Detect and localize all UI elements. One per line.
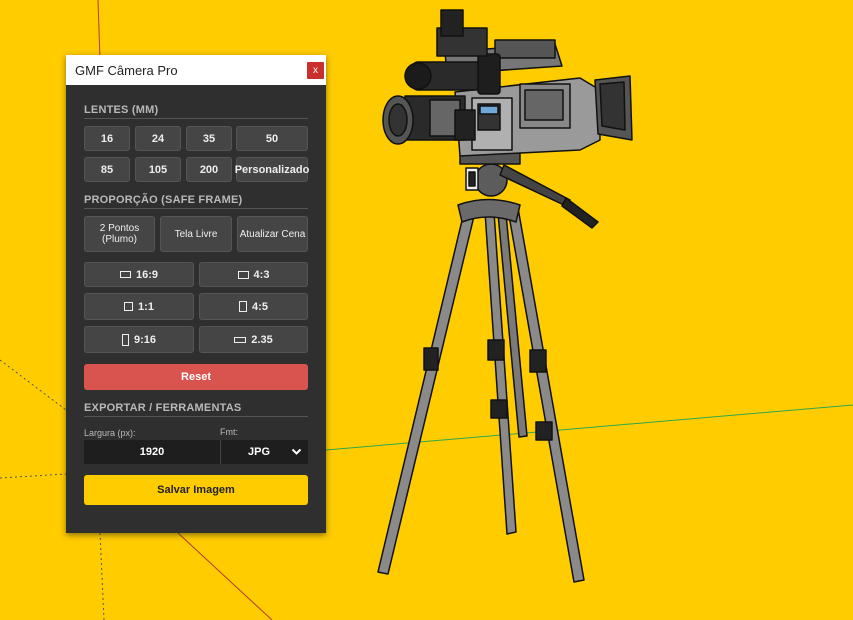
- red-axis-line: [177, 532, 273, 620]
- ratio-label: 2.35: [251, 333, 273, 346]
- lens-24-button[interactable]: 24: [135, 126, 181, 151]
- chevron-down-icon: [291, 448, 302, 455]
- ratio-9-16-button[interactable]: 9:16: [84, 326, 194, 353]
- ratio-label: 1:1: [138, 300, 154, 313]
- reset-button[interactable]: Reset: [84, 364, 308, 390]
- lens-custom-button[interactable]: Personalizado: [235, 157, 309, 182]
- red-axis-line: [97, 0, 101, 61]
- lens-16-button[interactable]: 16: [84, 126, 130, 151]
- ratio-4-5-button[interactable]: 4:5: [199, 293, 308, 320]
- free-screen-button[interactable]: Tela Livre: [160, 216, 232, 252]
- square-frame-icon: [124, 302, 134, 311]
- landscape-frame-icon: [119, 271, 131, 278]
- lens-35-button[interactable]: 35: [186, 126, 232, 151]
- width-input[interactable]: 1920: [84, 440, 220, 464]
- wide-frame-icon: [234, 336, 247, 343]
- two-point-perspective-button[interactable]: 2 Pontos (Plumo): [84, 216, 155, 252]
- portrait-frame-icon: [239, 301, 248, 312]
- lens-85-button[interactable]: 85: [84, 157, 130, 182]
- export-section-title: EXPORTAR / FERRAMENTAS: [84, 402, 242, 414]
- ratio-16-9-button[interactable]: 16:9: [84, 262, 194, 287]
- format-value: JPG: [248, 446, 271, 458]
- camera-model: [382, 9, 633, 157]
- ratio-label: 4:3: [253, 268, 270, 281]
- portrait-frame-icon: [121, 333, 129, 346]
- tripod-model: [377, 149, 599, 583]
- section-divider: [84, 416, 308, 417]
- ratio-1-1-button[interactable]: 1:1: [84, 293, 194, 320]
- panel-titlebar[interactable]: GMF Câmera Pro x: [66, 55, 326, 85]
- width-label: Largura (px):: [84, 428, 136, 438]
- lenses-section-title: LENTES (MM): [84, 104, 159, 116]
- save-image-button[interactable]: Salvar Imagem: [84, 475, 308, 505]
- dotted-axis-line: [0, 473, 67, 479]
- lens-50-button[interactable]: 50: [236, 126, 308, 151]
- ratio-4-3-button[interactable]: 4:3: [199, 262, 308, 287]
- ratio-label: 4:5: [252, 300, 268, 313]
- update-scene-button[interactable]: Atualizar Cena: [237, 216, 308, 252]
- ratio-label: 16:9: [135, 268, 159, 281]
- dotted-axis-line: [99, 532, 105, 620]
- close-icon: x: [313, 65, 318, 76]
- panel-title: GMF Câmera Pro: [75, 62, 178, 78]
- ratio-label: 9:16: [133, 333, 157, 346]
- proportion-section-title: PROPORÇÃO (SAFE FRAME): [84, 194, 243, 206]
- close-button[interactable]: x: [307, 62, 324, 79]
- green-axis-line: [325, 404, 853, 451]
- lens-105-button[interactable]: 105: [135, 157, 181, 182]
- camera-pro-panel: GMF Câmera Pro x LENTES (MM) 16 24 35 50…: [66, 55, 326, 533]
- landscape-frame-icon: [237, 270, 249, 279]
- ratio-2-35-button[interactable]: 2.35: [199, 326, 308, 353]
- section-divider: [84, 208, 308, 209]
- format-select[interactable]: JPG: [220, 440, 308, 464]
- dotted-axis-line: [0, 359, 67, 411]
- lens-200-button[interactable]: 200: [186, 157, 232, 182]
- section-divider: [84, 118, 308, 119]
- format-label: Fmt:: [220, 427, 238, 437]
